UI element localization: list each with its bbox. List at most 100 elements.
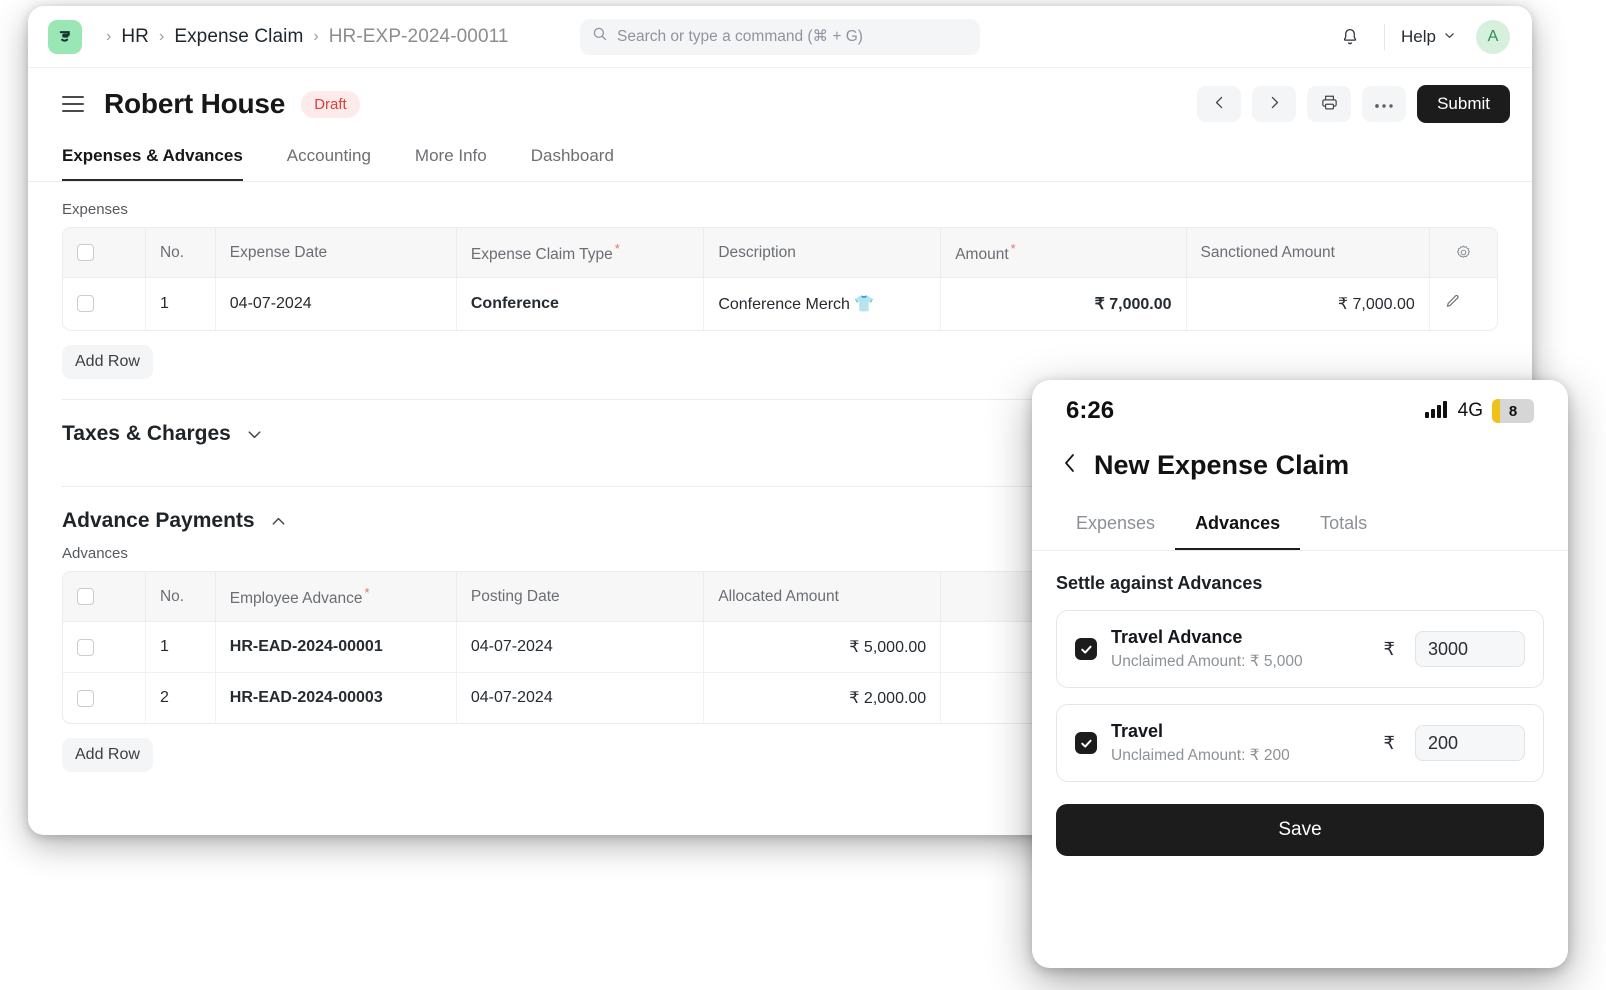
document-actions: Submit xyxy=(1197,85,1510,123)
breadcrumb-separator: › xyxy=(313,29,318,45)
mobile-tab-expenses[interactable]: Expenses xyxy=(1056,505,1175,550)
row-edit-cell xyxy=(1429,278,1497,331)
search-input[interactable]: Search or type a command (⌘ + G) xyxy=(580,19,980,55)
tab-dashboard[interactable]: Dashboard xyxy=(531,140,614,181)
prev-document-button[interactable] xyxy=(1197,86,1241,122)
advance-card[interactable]: Travel Unclaimed Amount: ₹ 200 ₹ xyxy=(1056,704,1544,782)
battery-icon: 8 xyxy=(1492,399,1534,423)
breadcrumb-item-hr[interactable]: HR xyxy=(121,26,149,48)
advance-card[interactable]: Travel Advance Unclaimed Amount: ₹ 5,000… xyxy=(1056,610,1544,688)
mobile-header: New Expense Claim xyxy=(1032,442,1568,505)
breadcrumb-item-document-id[interactable]: HR-EXP-2024-00011 xyxy=(329,26,509,48)
advance-card-text: Travel Advance Unclaimed Amount: ₹ 5,000 xyxy=(1111,627,1370,671)
top-bar-right-actions: Help A xyxy=(1332,20,1510,54)
select-all-header xyxy=(63,572,145,622)
select-all-checkbox[interactable] xyxy=(77,244,94,261)
save-button[interactable]: Save xyxy=(1056,804,1544,856)
column-header-expense-claim-type: Expense Claim Type* xyxy=(456,228,703,278)
mobile-tab-content: Settle against Advances Travel Advance U… xyxy=(1032,551,1568,782)
chevron-down-icon xyxy=(245,425,264,444)
taxes-and-charges-title: Taxes & Charges xyxy=(62,422,231,446)
search-icon xyxy=(592,26,608,47)
expenses-add-row-button[interactable]: Add Row xyxy=(62,345,153,379)
hamburger-icon[interactable] xyxy=(62,96,84,112)
mobile-app-panel: 6:26 4G 8 xyxy=(1032,380,1568,968)
avatar[interactable]: A xyxy=(1476,20,1510,54)
tab-expenses-advances[interactable]: Expenses & Advances xyxy=(62,140,243,181)
pencil-icon[interactable] xyxy=(1444,297,1461,314)
cell-posting-date[interactable]: 04-07-2024 xyxy=(456,622,703,673)
avatar-initial: A xyxy=(1488,28,1499,46)
next-document-button[interactable] xyxy=(1252,86,1296,122)
required-marker: * xyxy=(1011,241,1016,256)
expenses-grid: No. Expense Date Expense Claim Type* Des… xyxy=(62,227,1498,331)
table-header-row: No. Expense Date Expense Claim Type* Des… xyxy=(63,228,1497,278)
status-bar-clock: 6:26 xyxy=(1066,397,1114,425)
printer-icon xyxy=(1320,93,1339,115)
advance-amount-input[interactable] xyxy=(1415,725,1525,761)
ellipsis-icon xyxy=(1374,97,1394,112)
tab-accounting[interactable]: Accounting xyxy=(287,140,371,181)
top-navigation-bar: › HR › Expense Claim › HR-EXP-2024-00011… xyxy=(28,6,1532,68)
row-select-cell xyxy=(63,622,145,673)
chevron-down-icon xyxy=(1443,27,1456,47)
column-header-description: Description xyxy=(704,228,941,278)
cell-posting-date[interactable]: 04-07-2024 xyxy=(456,673,703,724)
settle-against-advances-label: Settle against Advances xyxy=(1056,573,1544,594)
cell-amount[interactable]: ₹ 7,000.00 xyxy=(941,278,1186,331)
submit-button[interactable]: Submit xyxy=(1417,85,1510,123)
column-header-expense-date: Expense Date xyxy=(215,228,456,278)
required-marker: * xyxy=(615,241,620,256)
mobile-status-bar: 6:26 4G 8 xyxy=(1032,380,1568,442)
row-select-cell xyxy=(63,673,145,724)
back-button[interactable] xyxy=(1060,451,1080,480)
chevron-up-icon xyxy=(269,512,288,531)
cell-no: 2 xyxy=(145,673,215,724)
breadcrumb-item-expense-claim[interactable]: Expense Claim xyxy=(174,26,303,48)
column-header-posting-date: Posting Date xyxy=(456,572,703,622)
help-menu[interactable]: Help xyxy=(1401,27,1456,47)
cell-sanctioned-amount[interactable]: ₹ 7,000.00 xyxy=(1186,278,1429,331)
currency-symbol: ₹ xyxy=(1384,733,1395,754)
select-all-header xyxy=(63,228,145,278)
cell-allocated-amount[interactable]: ₹ 5,000.00 xyxy=(704,622,941,673)
advance-name: Travel Advance xyxy=(1111,627,1370,648)
currency-symbol: ₹ xyxy=(1384,639,1395,660)
cell-expense-date[interactable]: 04-07-2024 xyxy=(215,278,456,331)
gear-icon[interactable] xyxy=(1444,244,1483,261)
required-marker: * xyxy=(364,585,369,600)
row-checkbox[interactable] xyxy=(77,295,94,312)
advances-add-row-button[interactable]: Add Row xyxy=(62,738,153,772)
cell-description[interactable]: Conference Merch 👕 xyxy=(704,278,941,331)
print-button[interactable] xyxy=(1307,86,1351,122)
cell-employee-advance[interactable]: HR-EAD-2024-00001 xyxy=(215,622,456,673)
mobile-tab-advances[interactable]: Advances xyxy=(1175,505,1300,550)
row-select-cell xyxy=(63,278,145,331)
row-checkbox[interactable] xyxy=(77,639,94,656)
cell-expense-claim-type[interactable]: Conference xyxy=(456,278,703,331)
select-all-checkbox[interactable] xyxy=(77,588,94,605)
row-checkbox[interactable] xyxy=(77,690,94,707)
cell-employee-advance[interactable]: HR-EAD-2024-00003 xyxy=(215,673,456,724)
frappe-hr-logo-icon[interactable] xyxy=(48,20,82,54)
cell-no: 1 xyxy=(145,278,215,331)
tab-more-info[interactable]: More Info xyxy=(415,140,487,181)
advance-checkbox[interactable] xyxy=(1075,638,1097,660)
advance-payments-title: Advance Payments xyxy=(62,509,255,533)
status-bar-indicators: 4G 8 xyxy=(1425,399,1534,423)
more-actions-button[interactable] xyxy=(1362,86,1406,122)
page-title: Robert House xyxy=(104,88,285,120)
breadcrumb: › HR › Expense Claim › HR-EXP-2024-00011 xyxy=(96,26,509,48)
advance-checkbox[interactable] xyxy=(1075,732,1097,754)
table-row[interactable]: 1 04-07-2024 Conference Conference Merch… xyxy=(63,278,1497,331)
mobile-tabs: Expenses Advances Totals xyxy=(1032,505,1568,551)
document-tabs: Expenses & Advances Accounting More Info… xyxy=(28,140,1532,182)
status-badge: Draft xyxy=(301,91,360,118)
advance-amount-input[interactable] xyxy=(1415,631,1525,667)
cell-allocated-amount[interactable]: ₹ 2,000.00 xyxy=(704,673,941,724)
column-header-amount: Amount* xyxy=(941,228,1186,278)
expenses-section-label: Expenses xyxy=(62,201,1498,218)
signal-bars-icon xyxy=(1425,400,1449,423)
mobile-tab-totals[interactable]: Totals xyxy=(1300,505,1387,550)
bell-icon[interactable] xyxy=(1332,23,1368,51)
